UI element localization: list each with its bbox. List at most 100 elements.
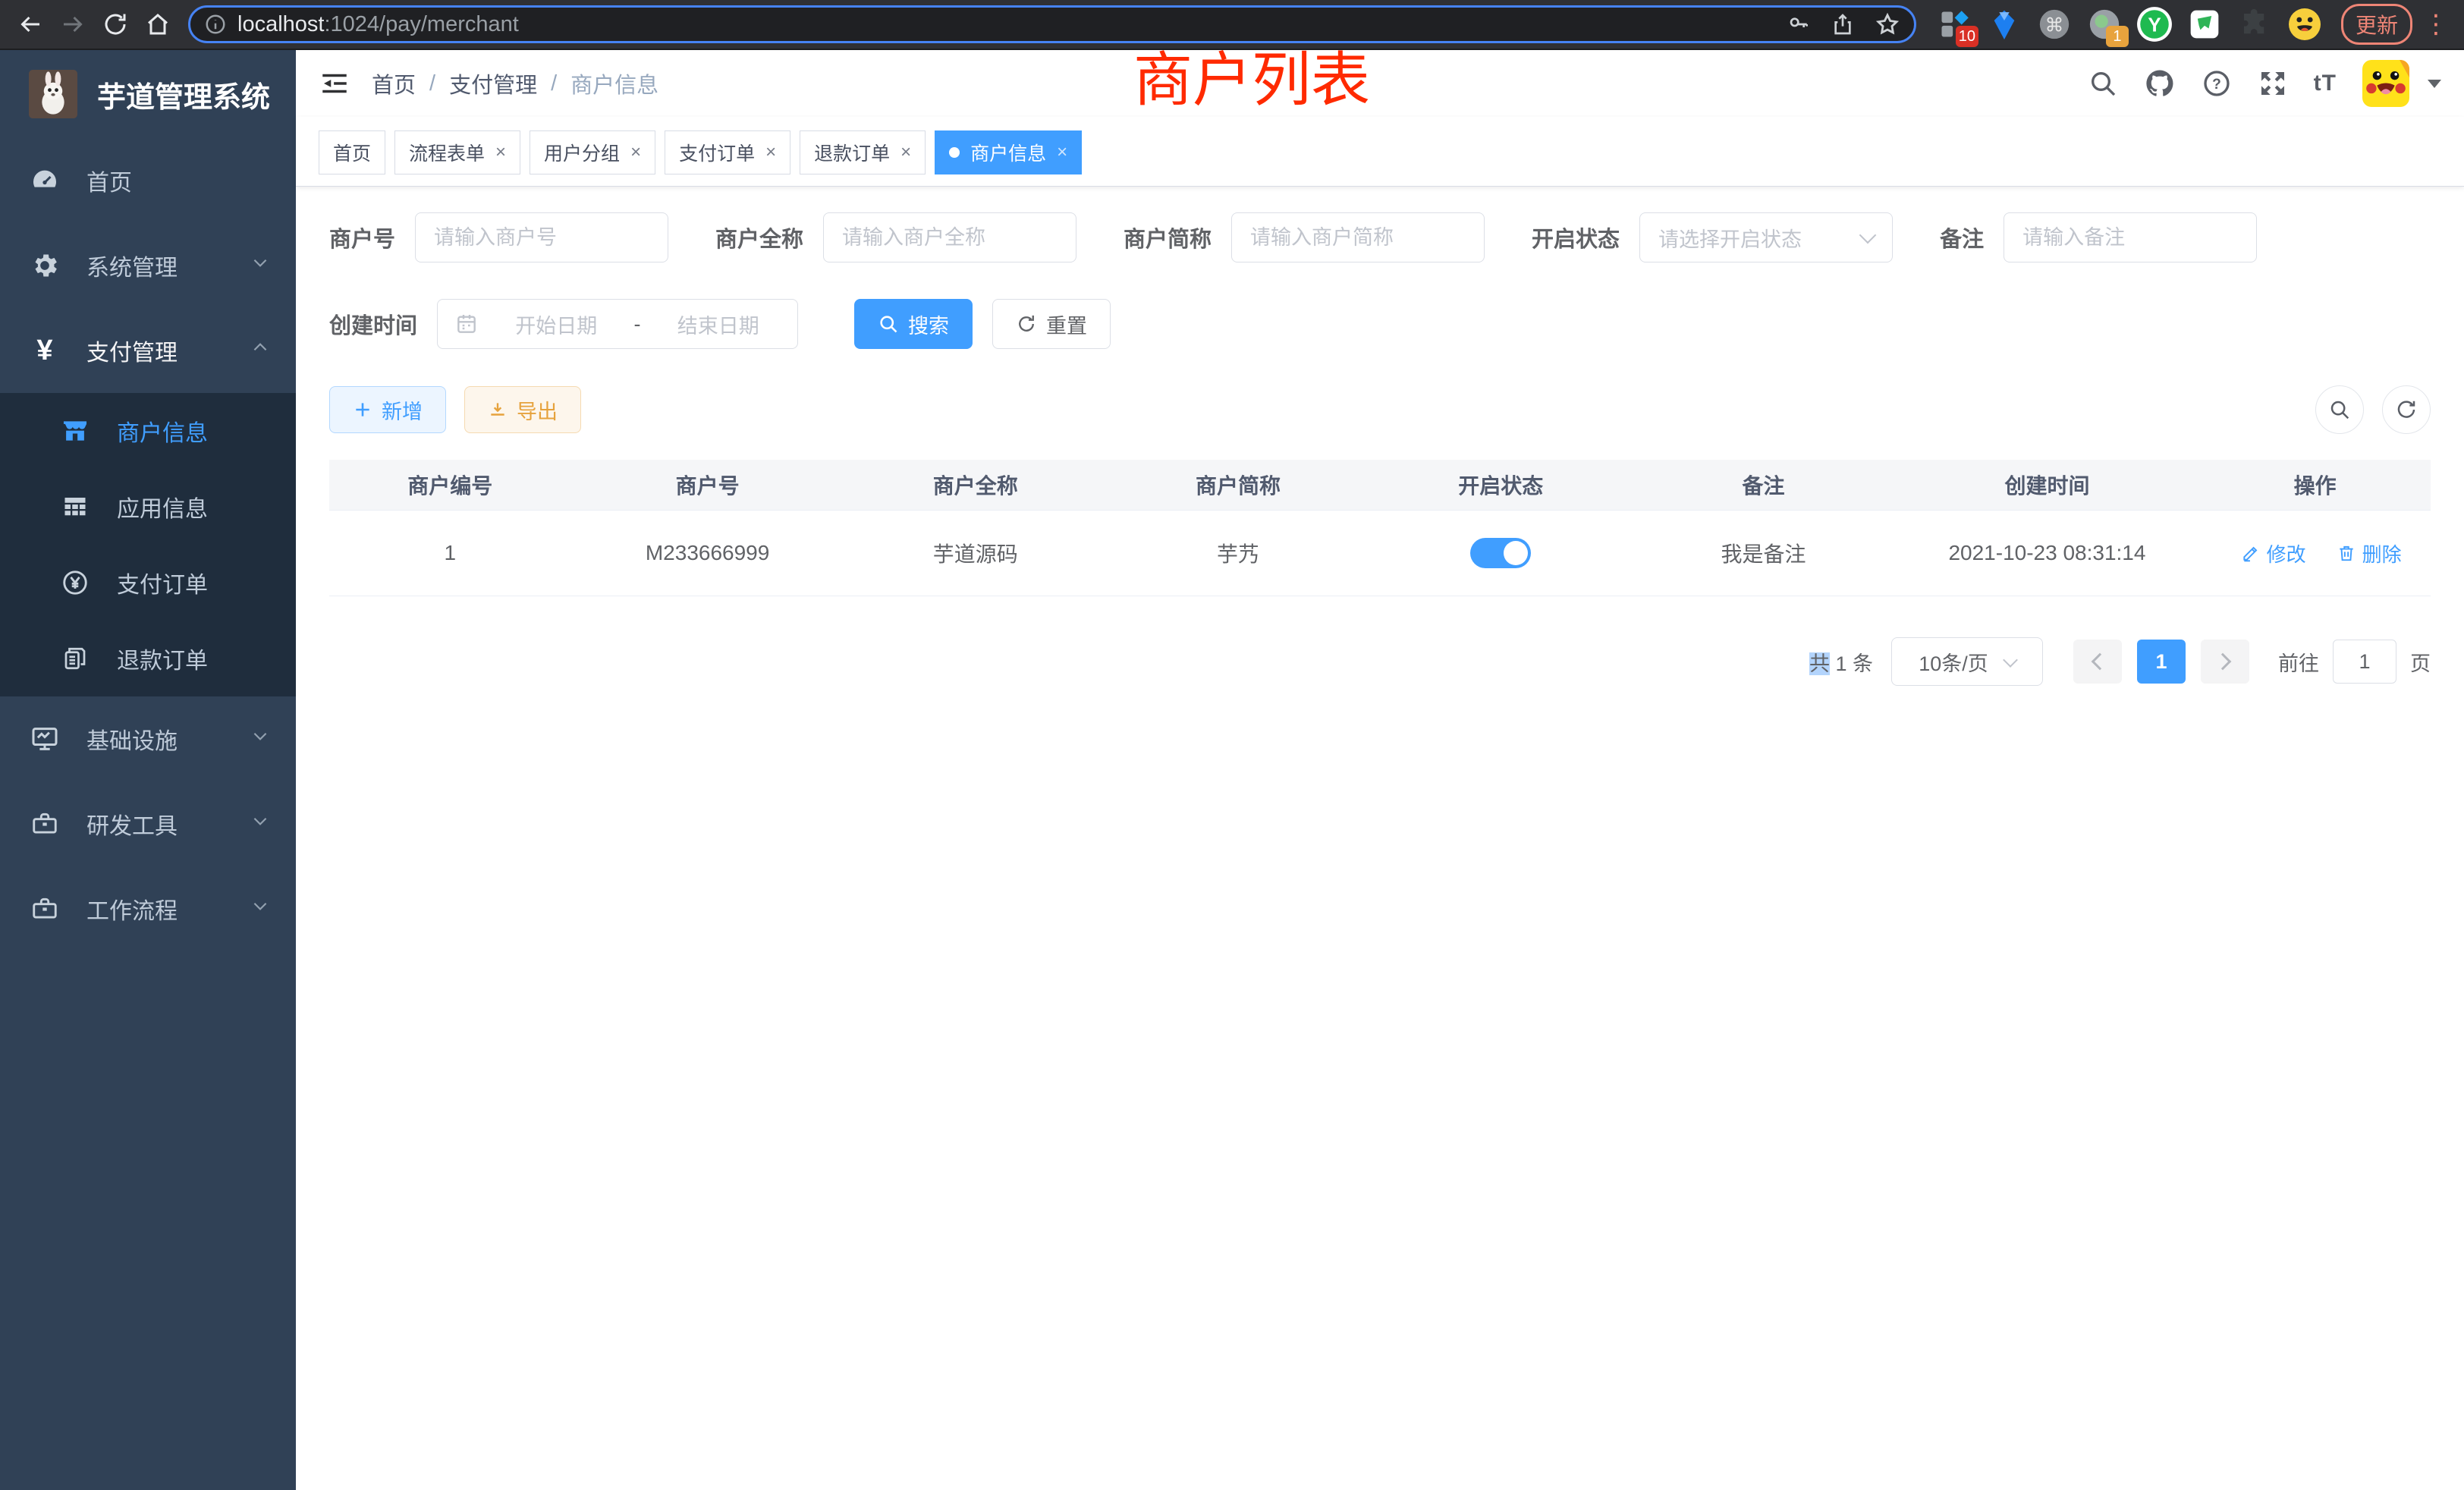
- page-number-1[interactable]: 1: [2137, 640, 2186, 684]
- sidebar-item-refund-order[interactable]: 退款订单: [0, 621, 296, 696]
- sidebar-item-workflow[interactable]: 工作流程: [0, 866, 296, 951]
- tab-label: 支付订单: [679, 139, 755, 166]
- user-avatar[interactable]: [2362, 60, 2409, 107]
- edit-link[interactable]: 修改: [2241, 539, 2306, 567]
- page-content: 商户号 商户全称 商户简称 开启状态 请选择开启状态: [296, 187, 2464, 1490]
- reload-icon: [102, 11, 129, 38]
- fullscreen-button[interactable]: [2258, 68, 2288, 99]
- sidebar-item-pay-order[interactable]: 支付订单: [0, 545, 296, 621]
- chat-icon: [2188, 8, 2221, 41]
- tab-close-icon[interactable]: ×: [900, 143, 911, 162]
- tab-home[interactable]: 首页: [319, 130, 385, 174]
- info-icon[interactable]: [204, 13, 227, 36]
- cell-short-name: 芋艿: [1107, 538, 1369, 568]
- address-bar[interactable]: localhost:1024/pay/merchant: [188, 5, 1916, 43]
- toggle-search-button[interactable]: [2315, 385, 2364, 434]
- sidebar-logo[interactable]: 芋道管理系统: [0, 50, 296, 138]
- tab-close-icon[interactable]: ×: [630, 143, 641, 162]
- next-page-button[interactable]: [2201, 640, 2249, 684]
- home-button[interactable]: [138, 5, 178, 43]
- extension-command-icon[interactable]: ⌘: [2035, 5, 2074, 44]
- chevron-down-icon: [1859, 227, 1877, 244]
- short-name-input[interactable]: [1231, 212, 1485, 262]
- tab-user-group[interactable]: 用户分组 ×: [530, 130, 655, 174]
- search-icon: [2088, 68, 2118, 99]
- tab-refund-order[interactable]: 退款订单 ×: [800, 130, 926, 174]
- sidebar-item-payment[interactable]: ¥ 支付管理: [0, 308, 296, 393]
- browser-menu-button[interactable]: ⋮: [2423, 11, 2449, 37]
- remark-input[interactable]: [2004, 212, 2257, 262]
- status-select[interactable]: 请选择开启状态: [1639, 212, 1893, 262]
- extension-gray-circle-icon[interactable]: 1: [2085, 5, 2124, 44]
- font-size-icon[interactable]: tT: [2314, 71, 2337, 96]
- tab-close-icon[interactable]: ×: [765, 143, 776, 162]
- yen-circle-icon: [58, 568, 93, 597]
- delete-link[interactable]: 删除: [2337, 539, 2402, 567]
- date-range-separator: -: [634, 313, 641, 336]
- url-host: localhost: [237, 12, 324, 36]
- bookmark-star-icon[interactable]: [1875, 11, 1900, 37]
- sidebar-item-infrastructure[interactable]: 基础设施: [0, 696, 296, 781]
- breadcrumb-home[interactable]: 首页: [372, 68, 416, 99]
- extension-blocks-icon[interactable]: 10: [1934, 5, 1974, 44]
- sidebar-item-merchant-info[interactable]: 商户信息: [0, 393, 296, 469]
- command-circle-icon: ⌘: [2037, 7, 2072, 42]
- col-header-merchant-no: 商户号: [571, 470, 844, 500]
- browser-toolbar: localhost:1024/pay/merchant 10 ⌘ 1: [0, 0, 2464, 50]
- tags-view-bar: 首页 流程表单 × 用户分组 × 支付订单 ×: [296, 117, 2464, 187]
- payment-submenu: 商户信息 应用信息 支付订单: [0, 393, 296, 696]
- question-icon: ?: [2202, 68, 2232, 99]
- page-size-select[interactable]: 10条/页: [1891, 637, 2043, 686]
- sidebar-item-dev-tools[interactable]: 研发工具: [0, 781, 296, 866]
- merchant-no-label: 商户号: [329, 222, 395, 253]
- sidebar-collapse-button[interactable]: [319, 68, 350, 99]
- chrome-update-button[interactable]: 更新: [2341, 4, 2412, 45]
- help-button[interactable]: ?: [2202, 68, 2232, 99]
- col-header-create-time: 创建时间: [1895, 470, 2200, 500]
- extension-puzzle-icon[interactable]: [2235, 5, 2274, 44]
- prev-page-button[interactable]: [2073, 640, 2122, 684]
- create-time-range-picker[interactable]: 开始日期 - 结束日期: [437, 299, 798, 349]
- calendar-icon: [454, 312, 479, 336]
- reset-button[interactable]: 重置: [992, 299, 1111, 349]
- full-name-input[interactable]: [823, 212, 1076, 262]
- tab-merchant-info[interactable]: 商户信息 ×: [935, 130, 1082, 174]
- forward-icon: [59, 11, 86, 38]
- password-key-icon[interactable]: [1787, 12, 1811, 36]
- url-path: :1024/pay/merchant: [324, 12, 518, 36]
- browser-profile-avatar[interactable]: [2285, 5, 2324, 44]
- export-button[interactable]: 导出: [464, 386, 581, 433]
- sidebar-item-app-info[interactable]: 应用信息: [0, 469, 296, 545]
- share-icon[interactable]: [1831, 12, 1855, 36]
- screen: localhost:1024/pay/merchant 10 ⌘ 1: [0, 0, 2464, 1490]
- extension-chat-icon[interactable]: [2185, 5, 2224, 44]
- status-toggle-switch[interactable]: [1470, 538, 1531, 568]
- extension-gem-icon[interactable]: [1985, 5, 2024, 44]
- col-header-actions: 操作: [2199, 470, 2431, 500]
- merchant-no-input[interactable]: [415, 212, 668, 262]
- tab-pay-order[interactable]: 支付订单 ×: [665, 130, 790, 174]
- extension-y-icon[interactable]: Y: [2135, 5, 2174, 44]
- col-header-short-name: 商户简称: [1107, 470, 1369, 500]
- refresh-table-button[interactable]: [2382, 385, 2431, 434]
- tab-close-icon[interactable]: ×: [1057, 143, 1067, 162]
- tab-close-icon[interactable]: ×: [495, 143, 506, 162]
- sidebar-item-home[interactable]: 首页: [0, 138, 296, 223]
- sidebar-item-system[interactable]: 系统管理: [0, 223, 296, 308]
- tab-process-form[interactable]: 流程表单 ×: [394, 130, 520, 174]
- search-button[interactable]: 搜索: [854, 299, 973, 349]
- back-button[interactable]: [11, 5, 50, 43]
- forward-button[interactable]: [53, 5, 93, 43]
- breadcrumb-payment[interactable]: 支付管理: [449, 68, 537, 99]
- reload-button[interactable]: [96, 5, 135, 43]
- github-link[interactable]: [2144, 68, 2176, 99]
- avatar-caret-icon[interactable]: [2428, 80, 2441, 88]
- status-label: 开启状态: [1532, 222, 1620, 253]
- goto-page-input[interactable]: [2333, 640, 2396, 684]
- pagination-total-rest: 1 条: [1835, 652, 1873, 675]
- header-search-button[interactable]: [2088, 68, 2118, 99]
- extension-badge: 1: [2106, 26, 2129, 47]
- download-icon: [488, 400, 508, 420]
- remark-label: 备注: [1940, 222, 1984, 253]
- add-button[interactable]: 新增: [329, 386, 446, 433]
